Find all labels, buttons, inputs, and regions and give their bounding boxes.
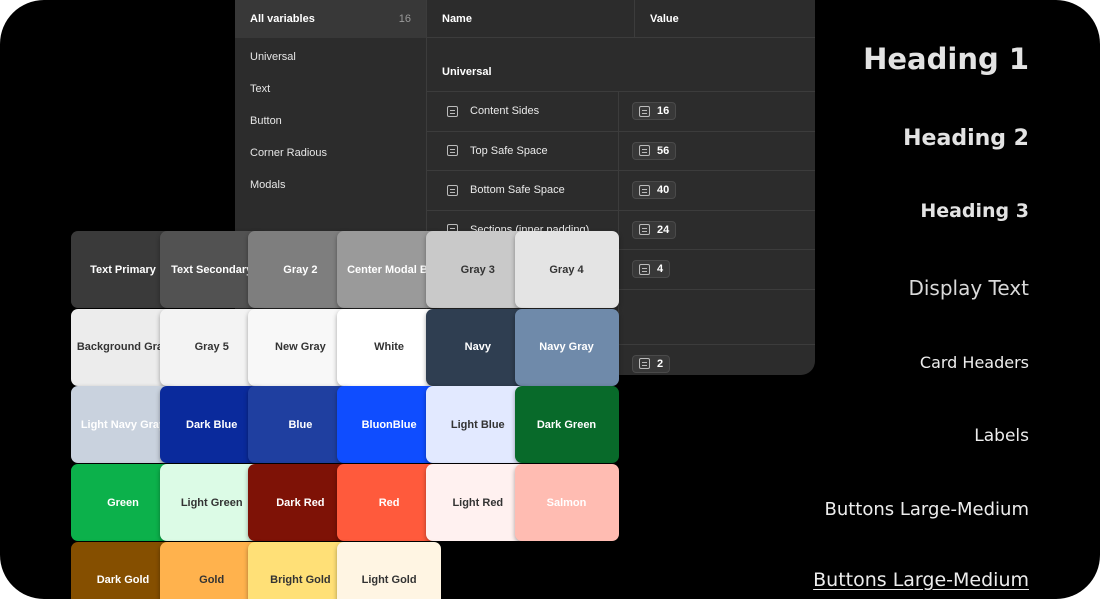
color-swatch-dark-green[interactable]: Dark Green: [514, 386, 619, 464]
number-variable-icon: [447, 145, 458, 157]
variables-count: 16: [398, 13, 411, 25]
column-header-value[interactable]: Value: [635, 0, 679, 37]
value-chip[interactable]: 24: [632, 220, 677, 239]
value-chip[interactable]: 4: [632, 260, 671, 279]
sidebar-item-universal[interactable]: Universal: [235, 41, 426, 73]
number-variable-icon: [447, 184, 458, 196]
swatch-label: Navy Gray: [539, 341, 594, 354]
swatch-label: Text Secondary: [171, 263, 253, 276]
swatch-label: Gold: [199, 574, 225, 587]
value-chip[interactable]: 16: [632, 102, 677, 121]
color-swatch-gray-4[interactable]: Gray 4: [514, 231, 619, 308]
value-chip[interactable]: 56: [632, 141, 677, 160]
all-variables-header[interactable]: All variables 16: [235, 0, 426, 38]
number-variable-icon: [447, 105, 458, 117]
swatch-label: Red: [378, 496, 400, 509]
typography-heading-3[interactable]: Heading 3: [920, 200, 1029, 222]
swatch-label: Gray 4: [549, 263, 584, 276]
swatch-label: Text Primary: [90, 263, 156, 276]
swatch-label: White: [374, 341, 405, 354]
number-icon: [639, 224, 650, 236]
swatch-label: Dark Blue: [186, 418, 238, 431]
column-header-name[interactable]: Name: [427, 0, 635, 37]
all-variables-label: All variables: [250, 13, 315, 25]
number-icon: [639, 145, 650, 157]
table-row[interactable]: Content Sides 16: [427, 92, 815, 132]
color-swatch-salmon[interactable]: Salmon: [514, 464, 619, 542]
number-icon: [639, 105, 650, 117]
swatch-label: Dark Gold: [96, 574, 150, 587]
sidebar-item-text[interactable]: Text: [235, 73, 426, 105]
table-header: Name Value: [427, 0, 815, 38]
typography-heading-2[interactable]: Heading 2: [903, 126, 1029, 151]
color-swatch-navy-gray[interactable]: Navy Gray: [514, 308, 619, 386]
variable-name: Top Safe Space: [470, 144, 548, 157]
group-header-universal[interactable]: Universal: [427, 38, 815, 92]
swatch-label: Navy: [464, 341, 491, 354]
sidebar-item-corner-radious[interactable]: Corner Radious: [235, 137, 426, 169]
sidebar-item-modals[interactable]: Modals: [235, 169, 426, 201]
variable-value: 16: [657, 105, 670, 118]
swatch-label: New Gray: [275, 341, 326, 354]
table-row[interactable]: Top Safe Space 56: [427, 131, 815, 171]
swatch-label: Light Red: [452, 496, 504, 509]
swatch-label: Background Gray: [76, 341, 170, 354]
value-chip[interactable]: 2: [632, 354, 671, 373]
variable-name: Bottom Safe Space: [470, 184, 565, 197]
variable-value: 2: [657, 357, 664, 370]
color-swatch-light-gold[interactable]: Light Gold: [337, 541, 442, 599]
swatch-label: Light Navy Gray: [80, 418, 166, 431]
swatch-label: Gray 3: [460, 263, 495, 276]
swatch-label: Green: [107, 496, 139, 509]
swatch-label: Gray 2: [283, 263, 318, 276]
swatch-label: Dark Green: [536, 418, 597, 431]
number-icon: [639, 358, 650, 370]
swatch-label: BluonBlue: [361, 418, 417, 431]
canvas: All variables 16 Universal Text Button C…: [0, 0, 1100, 599]
number-icon: [639, 184, 650, 196]
swatch-label: Bright Gold: [270, 574, 331, 587]
number-icon: [639, 263, 650, 275]
variable-value: 56: [657, 144, 670, 157]
swatch-label: Salmon: [546, 496, 587, 509]
variable-value: 4: [657, 263, 664, 276]
value-chip[interactable]: 40: [632, 181, 677, 200]
swatch-label: Gray 5: [194, 341, 229, 354]
swatch-label: Light Gold: [361, 574, 417, 587]
typography-buttons-large-medium-underlined[interactable]: Buttons Large-Medium: [813, 569, 1029, 591]
swatch-label: Light Blue: [450, 418, 505, 431]
variable-value: 24: [657, 223, 670, 236]
typography-display-text[interactable]: Display Text: [908, 276, 1029, 300]
typography-buttons-large-medium[interactable]: Buttons Large-Medium: [824, 499, 1029, 520]
swatch-label: Dark Red: [276, 496, 325, 509]
typography-labels[interactable]: Labels: [974, 426, 1029, 446]
variable-name: Content Sides: [470, 105, 540, 118]
sidebar-item-button[interactable]: Button: [235, 105, 426, 137]
swatch-label: Center Modal BG: [347, 263, 437, 276]
typography-heading-1[interactable]: Heading 1: [863, 42, 1029, 76]
variable-value: 40: [657, 184, 670, 197]
table-row[interactable]: Bottom Safe Space 40: [427, 171, 815, 211]
typography-card-headers[interactable]: Card Headers: [920, 353, 1029, 372]
swatch-label: Blue: [288, 418, 313, 431]
swatch-label: Light Green: [180, 496, 243, 509]
